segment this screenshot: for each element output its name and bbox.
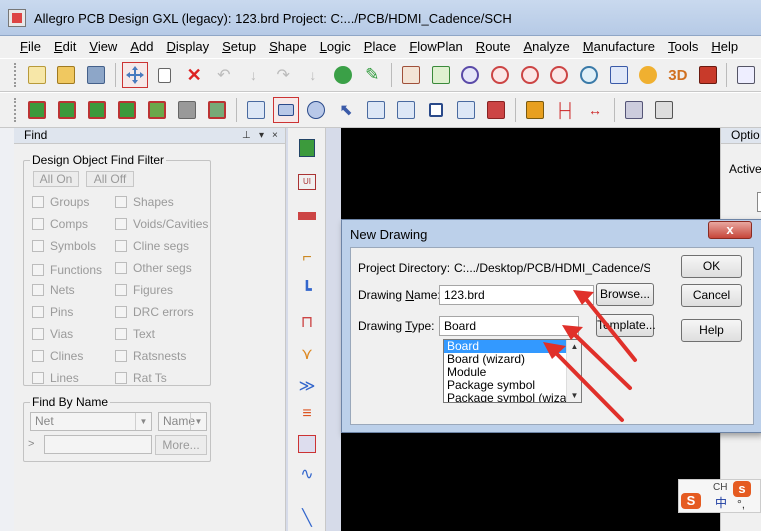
ime-mode-label: 中 — [715, 496, 728, 510]
sogou-skin-icon: s — [733, 481, 751, 497]
annotation-arrow-board — [553, 350, 624, 422]
annotation-arrows — [543, 290, 637, 422]
ime-lang-label: CH — [713, 482, 728, 493]
ime-punct-label: °, — [737, 497, 746, 511]
sogou-logo-icon: S — [681, 493, 701, 509]
ime-toolbar[interactable]: CH S 中 s °, — [678, 479, 761, 513]
annotation-arrowhead — [543, 342, 566, 359]
